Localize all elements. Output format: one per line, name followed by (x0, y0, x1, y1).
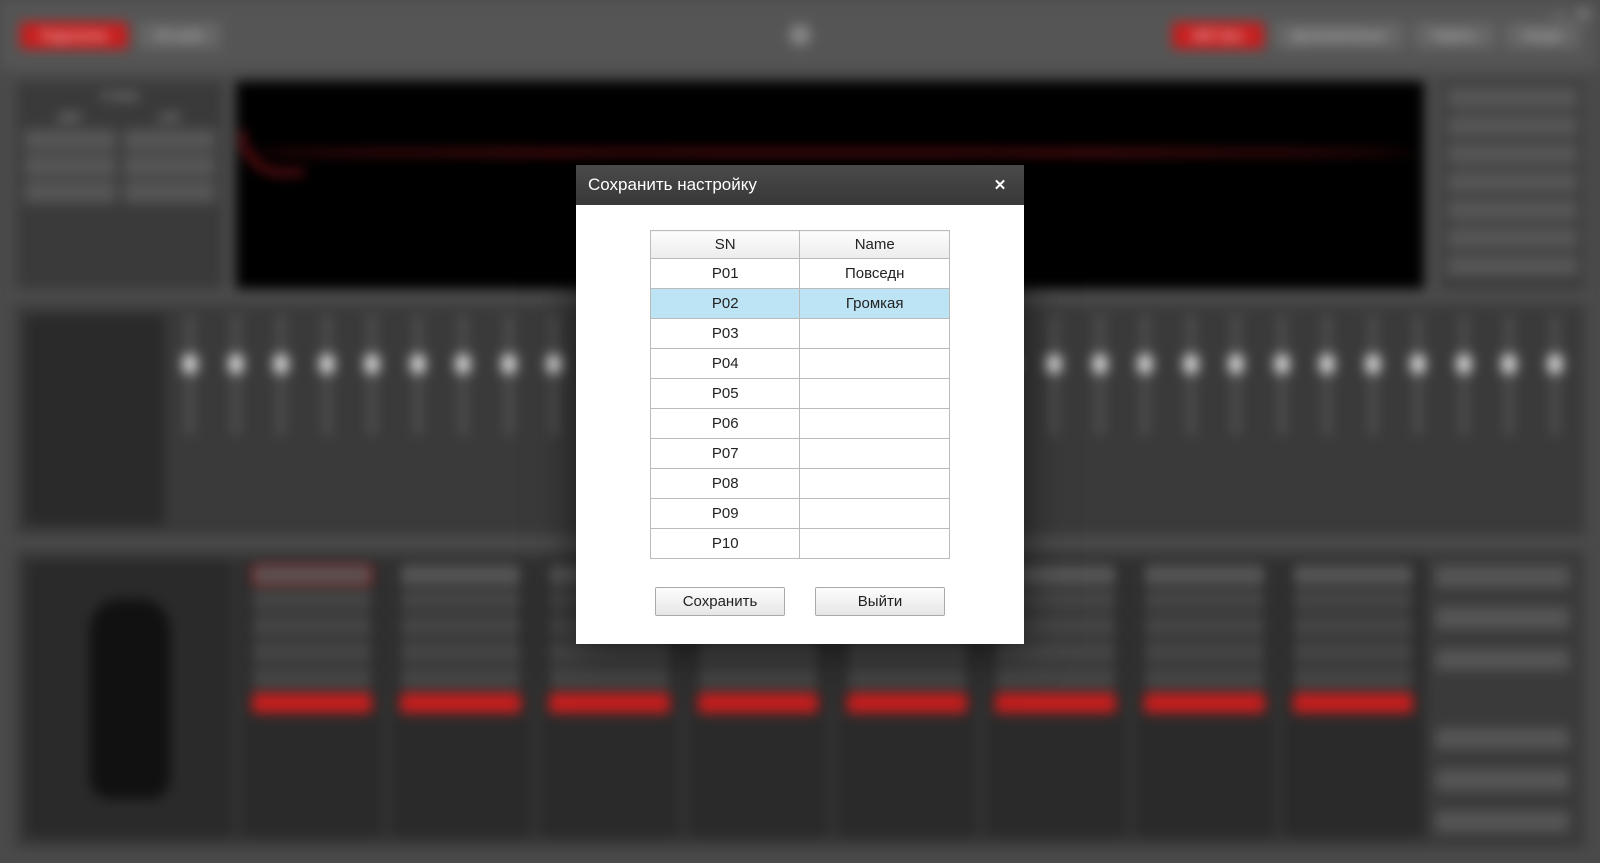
preset-row[interactable]: P08 (651, 469, 950, 499)
preset-name[interactable] (800, 379, 950, 409)
preset-sn: P08 (651, 469, 800, 499)
col-sn[interactable]: SN (651, 231, 800, 259)
preset-name[interactable]: Повседн (800, 259, 950, 289)
preset-sn: P10 (651, 529, 800, 559)
preset-name[interactable] (800, 409, 950, 439)
modal-overlay: Сохранить настройку ✕ SN Name P01Повседн… (0, 0, 1600, 863)
preset-sn: P03 (651, 319, 800, 349)
preset-row[interactable]: P06 (651, 409, 950, 439)
preset-name[interactable] (800, 469, 950, 499)
preset-sn: P04 (651, 349, 800, 379)
preset-row[interactable]: P01Повседн (651, 259, 950, 289)
dialog-titlebar[interactable]: Сохранить настройку ✕ (576, 165, 1024, 205)
preset-row[interactable]: P04 (651, 349, 950, 379)
preset-sn: P06 (651, 409, 800, 439)
preset-row[interactable]: P05 (651, 379, 950, 409)
preset-name[interactable] (800, 439, 950, 469)
preset-row[interactable]: P10 (651, 529, 950, 559)
dialog-body: SN Name P01ПовседнP02ГромкаяP03P04P05P06… (576, 205, 1024, 644)
exit-button[interactable]: Выйти (815, 587, 945, 616)
save-button[interactable]: Сохранить (655, 587, 785, 616)
preset-row[interactable]: P02Громкая (651, 289, 950, 319)
dialog-buttons: Сохранить Выйти (631, 587, 969, 616)
preset-sn: P01 (651, 259, 800, 289)
preset-row[interactable]: P07 (651, 439, 950, 469)
preset-name[interactable]: Громкая (800, 289, 950, 319)
dialog-title: Сохранить настройку (588, 175, 757, 195)
preset-sn: P07 (651, 439, 800, 469)
preset-row[interactable]: P03 (651, 319, 950, 349)
preset-sn: P02 (651, 289, 800, 319)
col-name[interactable]: Name (800, 231, 950, 259)
preset-sn: P05 (651, 379, 800, 409)
preset-name[interactable] (800, 319, 950, 349)
close-icon[interactable]: ✕ (988, 173, 1012, 197)
preset-table: SN Name P01ПовседнP02ГромкаяP03P04P05P06… (650, 230, 950, 559)
preset-row[interactable]: P09 (651, 499, 950, 529)
preset-name[interactable] (800, 499, 950, 529)
preset-name[interactable] (800, 349, 950, 379)
preset-name[interactable] (800, 529, 950, 559)
save-preset-dialog: Сохранить настройку ✕ SN Name P01Повседн… (576, 165, 1024, 644)
preset-sn: P09 (651, 499, 800, 529)
